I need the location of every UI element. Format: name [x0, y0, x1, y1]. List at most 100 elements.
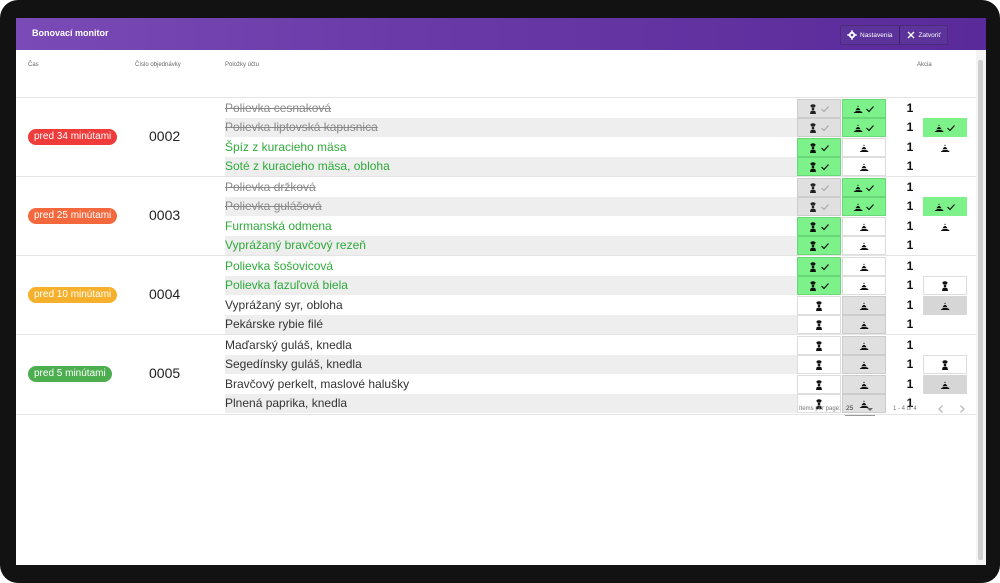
item-quantity: 1	[906, 101, 914, 115]
item-name: Polievka gulášová	[225, 199, 322, 213]
kitchen-status-button[interactable]	[797, 236, 841, 255]
serve-all-button[interactable]	[923, 118, 967, 137]
serving-hand-icon	[934, 124, 944, 132]
kitchen-status-button[interactable]	[797, 355, 841, 374]
serve-status-button[interactable]	[842, 157, 886, 176]
cook-all-button[interactable]	[923, 355, 967, 374]
serve-status-button[interactable]	[842, 355, 886, 374]
check-icon	[821, 263, 829, 270]
kitchen-status-button[interactable]	[797, 257, 841, 276]
chef-icon	[810, 182, 816, 193]
chef-icon	[810, 240, 816, 251]
serving-hand-icon	[859, 321, 869, 329]
serve-status-button[interactable]	[842, 336, 886, 355]
kitchen-status-button[interactable]	[797, 375, 841, 394]
kitchen-status-button[interactable]	[797, 99, 841, 118]
chef-icon	[810, 221, 816, 232]
kitchen-status-button[interactable]	[797, 157, 841, 176]
kitchen-status-button[interactable]	[797, 315, 841, 334]
app-screen: Bonovací monitor Nastavenia Zatvoriť Čas…	[16, 18, 986, 565]
item-name: Furmanská odmena	[225, 219, 332, 233]
items-per-page-select[interactable]: 25	[845, 403, 875, 416]
serving-hand-icon	[859, 381, 869, 389]
chef-icon	[810, 201, 816, 212]
order-item-row: Segedínsky guláš, knedla 1	[225, 355, 975, 374]
toolbar-button-group: Nastavenia Zatvoriť	[840, 25, 948, 45]
kitchen-status-button[interactable]	[797, 178, 841, 197]
serve-status-button[interactable]	[842, 197, 886, 216]
chef-icon	[942, 280, 948, 291]
chef-icon	[810, 261, 816, 272]
check-icon	[866, 105, 874, 112]
close-label: Zatvoriť	[918, 31, 941, 39]
chef-icon	[942, 359, 948, 370]
chevron-left-icon	[938, 405, 943, 413]
serve-button[interactable]	[923, 138, 967, 157]
kitchen-status-button[interactable]	[797, 217, 841, 236]
serve-button[interactable]	[923, 217, 967, 236]
serve-status-button[interactable]	[842, 276, 886, 295]
check-icon	[947, 124, 955, 131]
item-name: Polievka držková	[225, 180, 316, 194]
order-item-row: Vyprážaný syr, obloha 1	[225, 296, 975, 315]
window-title: Bonovací monitor	[32, 28, 109, 38]
kitchen-status-button[interactable]	[797, 296, 841, 315]
item-quantity: 1	[906, 180, 914, 194]
serve-status-button[interactable]	[842, 296, 886, 315]
order-item-row: Vyprážaný bravčový rezeň 1	[225, 236, 975, 255]
item-name: Polievka cesnaková	[225, 101, 332, 115]
scrollbar-thumb[interactable]	[978, 60, 983, 560]
serve-status-button[interactable]	[842, 375, 886, 394]
settings-button[interactable]: Nastavenia	[841, 26, 899, 44]
kitchen-status-button[interactable]	[797, 276, 841, 295]
column-header-action: Akcia	[917, 62, 932, 68]
order-item-row: Furmanská odmena 1	[225, 217, 975, 236]
order-number: 0005	[149, 365, 181, 381]
order-item-row: Polievka liptovská kapusnica 1	[225, 118, 975, 137]
serve-status-button[interactable]	[842, 178, 886, 197]
chevron-right-icon	[960, 405, 965, 413]
kitchen-status-button[interactable]	[797, 118, 841, 137]
column-header-order: Číslo objednávky	[135, 62, 181, 68]
column-header-time: Čas	[28, 62, 39, 68]
kitchen-status-button[interactable]	[797, 138, 841, 157]
check-icon	[866, 124, 874, 131]
serve-status-button[interactable]	[842, 315, 886, 334]
chef-icon	[816, 300, 822, 311]
settings-label: Nastavenia	[860, 31, 893, 39]
serving-hand-icon	[859, 342, 869, 350]
serve-all-button[interactable]	[923, 197, 967, 216]
serve-status-button[interactable]	[842, 99, 886, 118]
elapsed-time-badge: pred 25 minútami	[28, 208, 118, 224]
device-frame: Bonovací monitor Nastavenia Zatvoriť Čas…	[0, 0, 1000, 583]
item-quantity: 1	[906, 357, 914, 371]
item-quantity: 1	[906, 338, 914, 352]
previous-page-button[interactable]	[934, 402, 948, 416]
serve-status-button[interactable]	[842, 118, 886, 137]
serve-status-button[interactable]	[842, 257, 886, 276]
cook-all-button[interactable]	[923, 276, 967, 295]
next-page-button[interactable]	[955, 402, 969, 416]
serve-status-button[interactable]	[842, 217, 886, 236]
item-name: Polievka liptovská kapusnica	[225, 120, 378, 134]
order-item-row: Soté z kuracieho mäsa, obloha 1	[225, 157, 975, 176]
order-item-row: Maďarský guláš, knedla 1	[225, 336, 975, 355]
serve-status-button[interactable]	[842, 236, 886, 255]
close-button[interactable]: Zatvoriť	[898, 26, 947, 44]
chef-icon	[816, 319, 822, 330]
serving-hand-icon	[859, 302, 869, 310]
pagination-range: 1 - 4 of 4	[893, 406, 917, 412]
chef-icon	[810, 103, 816, 114]
serve-status-button[interactable]	[842, 138, 886, 157]
check-icon	[866, 184, 874, 191]
close-icon	[907, 31, 915, 39]
vertical-scrollbar[interactable]	[976, 50, 986, 565]
serve-all-button[interactable]	[923, 296, 967, 315]
kitchen-status-button[interactable]	[797, 336, 841, 355]
serve-all-button[interactable]	[923, 375, 967, 394]
kitchen-status-button[interactable]	[797, 197, 841, 216]
order-item-row: Polievka držková 1	[225, 178, 975, 197]
item-name: Maďarský guláš, knedla	[225, 338, 352, 352]
elapsed-time-badge: pred 5 minútami	[28, 366, 112, 382]
items-per-page-value: 25	[846, 405, 854, 412]
